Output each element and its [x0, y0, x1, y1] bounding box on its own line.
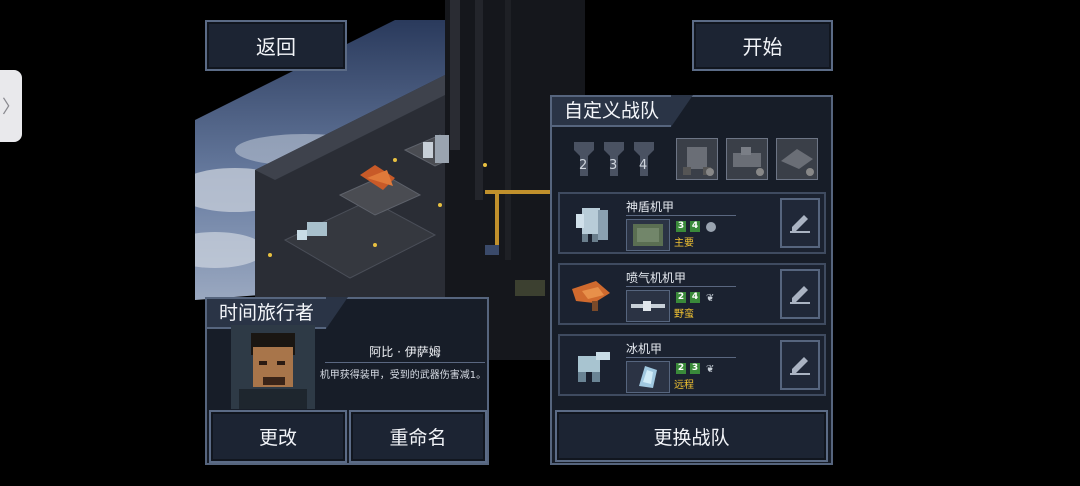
- squad-preview-mech-1[interactable]: [676, 138, 718, 180]
- back-button-label: 返回: [256, 35, 296, 59]
- pilot-slot-3-number: 4: [639, 158, 648, 173]
- squad-preview-mech-3[interactable]: [776, 138, 818, 180]
- change-squad-button[interactable]: 更换战队: [555, 410, 828, 462]
- wing-trait-icon: ❦: [706, 364, 715, 375]
- mech-1-class-tag: 主要: [674, 238, 694, 249]
- mech-2-stat-move: 2: [676, 292, 686, 303]
- pilot-slot-2-number: 3: [609, 158, 618, 173]
- change-pilot-label: 更改: [258, 427, 297, 449]
- start-button-label: 开始: [742, 35, 783, 59]
- pilot-portrait: [231, 325, 315, 409]
- edit-mech-3-button[interactable]: [780, 340, 820, 390]
- weapon-slot-3[interactable]: [626, 361, 670, 393]
- pilot-panel: 时间旅行者 阿比 · 伊萨姆 机甲获得装甲，受到的武器伤害减1。 更改 重命名: [205, 297, 489, 465]
- squad-preview-mech-2[interactable]: [726, 138, 768, 180]
- squad-panel-title: 自定义战队: [550, 95, 694, 127]
- rename-pilot-label: 重命名: [389, 427, 447, 449]
- mech-name-2: 喷气机机甲: [626, 271, 687, 285]
- pilot-divider: [325, 362, 485, 363]
- aegis-mech-icon: [568, 200, 614, 250]
- weapon-slot-2[interactable]: [626, 290, 670, 322]
- pencil-icon: [788, 209, 812, 237]
- wing-trait-icon: ❦: [706, 293, 715, 304]
- mech-divider-1: [626, 215, 736, 216]
- pencil-icon: [788, 351, 812, 379]
- pilot-slot-1[interactable]: 2: [574, 142, 594, 176]
- change-squad-label: 更换战队: [653, 426, 730, 449]
- mech-2-class-tag: 野蛮: [674, 309, 694, 320]
- jet-mech-icon: [568, 271, 614, 321]
- squad-panel: 自定义战队 2 3 4 神盾机甲 3 4 主要 喷气机机甲 2 4 ❦ 野蛮 冰…: [550, 95, 833, 465]
- mech-row-1[interactable]: 神盾机甲 3 4 主要: [558, 192, 826, 254]
- side-drawer-handle[interactable]: 〉: [0, 70, 22, 142]
- ice-mech-icon: [568, 342, 614, 392]
- mech-divider-2: [626, 286, 736, 287]
- start-button[interactable]: 开始: [692, 20, 833, 71]
- mech-name-1: 神盾机甲: [626, 200, 675, 214]
- mech-1-stat-hp: 4: [690, 221, 700, 232]
- edit-mech-1-button[interactable]: [780, 198, 820, 248]
- chevron-right-icon: 〉: [2, 97, 20, 118]
- mech-divider-3: [626, 357, 736, 358]
- mech-1-stat-move: 3: [676, 221, 686, 232]
- pilot-slot-3[interactable]: 4: [634, 142, 654, 176]
- pencil-icon: [788, 280, 812, 308]
- edit-mech-2-button[interactable]: [780, 269, 820, 319]
- pilot-slot-2[interactable]: 3: [604, 142, 624, 176]
- back-button[interactable]: 返回: [205, 20, 347, 71]
- pilot-slot-1-number: 2: [579, 158, 588, 173]
- pilot-ability-text: 机甲获得装甲，受到的武器伤害减1。: [319, 370, 487, 381]
- mech-row-2[interactable]: 喷气机机甲 2 4 ❦ 野蛮: [558, 263, 826, 325]
- pilot-name: 阿比 · 伊萨姆: [369, 345, 441, 359]
- change-pilot-button[interactable]: 更改: [209, 410, 347, 463]
- mech-3-stat-move: 2: [676, 363, 686, 374]
- mech-1-trait-icon: [706, 222, 716, 232]
- mech-row-3[interactable]: 冰机甲 2 3 ❦ 远程: [558, 334, 826, 396]
- weapon-slot-1[interactable]: [626, 219, 670, 251]
- mech-3-class-tag: 远程: [674, 380, 694, 391]
- mech-3-stat-hp: 3: [690, 363, 700, 374]
- rename-pilot-button[interactable]: 重命名: [349, 410, 487, 463]
- mech-2-stat-hp: 4: [690, 292, 700, 303]
- mech-name-3: 冰机甲: [626, 342, 663, 356]
